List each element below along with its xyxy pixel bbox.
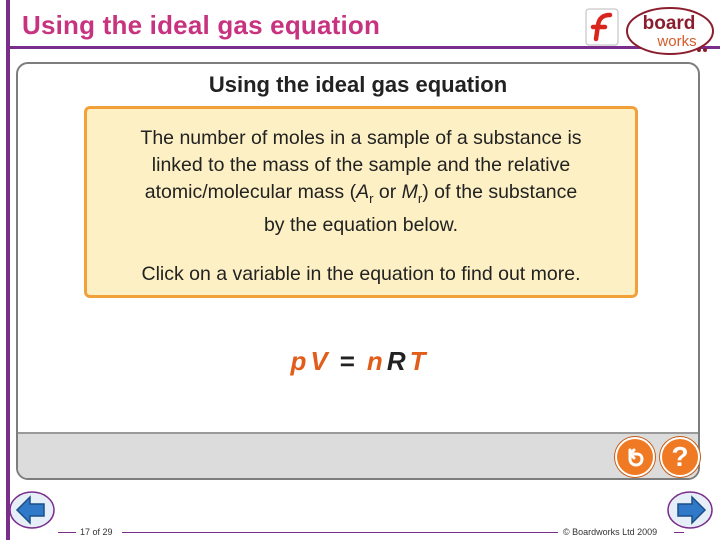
- panel-footer-bar: [18, 432, 698, 478]
- info-line-1: The number of moles in a sample of a sub…: [140, 127, 582, 149]
- logo-board-text: board: [643, 13, 696, 34]
- equation-var-V[interactable]: V: [310, 346, 327, 376]
- next-arrow-icon[interactable]: [666, 490, 714, 530]
- equation-var-n[interactable]: n: [367, 346, 383, 376]
- equation-equals: =: [339, 346, 355, 376]
- ar-symbol: A: [356, 181, 370, 203]
- mr-symbol: M: [401, 181, 418, 203]
- footer-rule-right: [674, 532, 684, 533]
- reset-icon: [628, 448, 644, 467]
- boardworks-logo: board works: [626, 7, 714, 55]
- info-line-3-end: ) of the substance: [422, 181, 578, 203]
- info-text: The number of moles in a sample of a sub…: [109, 125, 613, 239]
- equation-var-p[interactable]: p: [291, 346, 307, 376]
- ideal-gas-equation: p V = n R T: [18, 346, 698, 377]
- help-button[interactable]: ?: [660, 437, 700, 477]
- info-line-3: atomic/molecular mass (: [144, 181, 357, 203]
- equation-var-T[interactable]: T: [410, 346, 426, 376]
- reset-button[interactable]: [615, 437, 655, 477]
- content-panel: Using the ideal gas equation The number …: [16, 62, 700, 480]
- flash-icon: [585, 8, 619, 46]
- equation-const-R: R: [386, 346, 406, 376]
- header-rule: [10, 46, 720, 49]
- panel-title: Using the ideal gas equation: [208, 72, 508, 97]
- footer-rule-middle: [122, 532, 558, 533]
- footer-rule-left: [58, 532, 76, 533]
- info-line-2: linked to the mass of the sample and the…: [151, 154, 571, 176]
- logo-works-text: works: [656, 33, 696, 50]
- page-header-title: Using the ideal gas equation: [22, 10, 381, 40]
- page-number: 17 of 29: [80, 527, 113, 537]
- copyright-text: © Boardworks Ltd 2009: [563, 527, 658, 537]
- info-box: The number of moles in a sample of a sub…: [84, 106, 638, 298]
- info-line-4: by the equation below.: [263, 213, 459, 236]
- info-or: or: [373, 181, 402, 203]
- instruction-text: Click on a variable in the equation to f…: [141, 262, 581, 285]
- left-accent-bar: [6, 0, 10, 540]
- help-icon: ?: [671, 441, 689, 472]
- prev-arrow-icon[interactable]: [8, 490, 56, 530]
